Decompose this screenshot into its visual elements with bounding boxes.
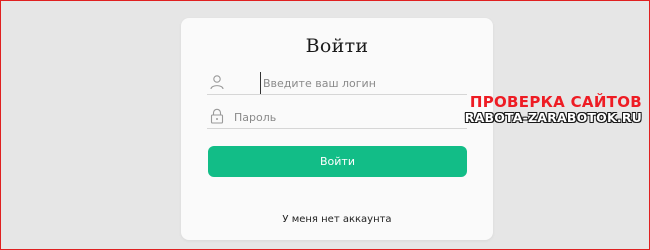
lock-icon [209, 108, 225, 124]
watermark-title: ПРОВЕРКА САЙТОВ [469, 93, 642, 111]
password-input[interactable] [234, 106, 459, 128]
login-card: Войти Ун Войти У меня нет аккаунта [181, 18, 493, 240]
watermark-site: RABOTA-ZARABOTOK.RU [464, 109, 642, 125]
login-button[interactable]: Войти [208, 146, 467, 177]
login-field [207, 72, 483, 95]
no-account-link[interactable]: У меня нет аккаунта [181, 214, 493, 225]
login-title: Войти [305, 35, 369, 57]
watermark: ПРОВЕРКА САЙТОВ RABOTA-ZARABOTOK.RU [464, 93, 642, 125]
login-input[interactable] [260, 72, 483, 94]
user-icon [209, 74, 225, 90]
password-field: Ун [207, 106, 473, 129]
